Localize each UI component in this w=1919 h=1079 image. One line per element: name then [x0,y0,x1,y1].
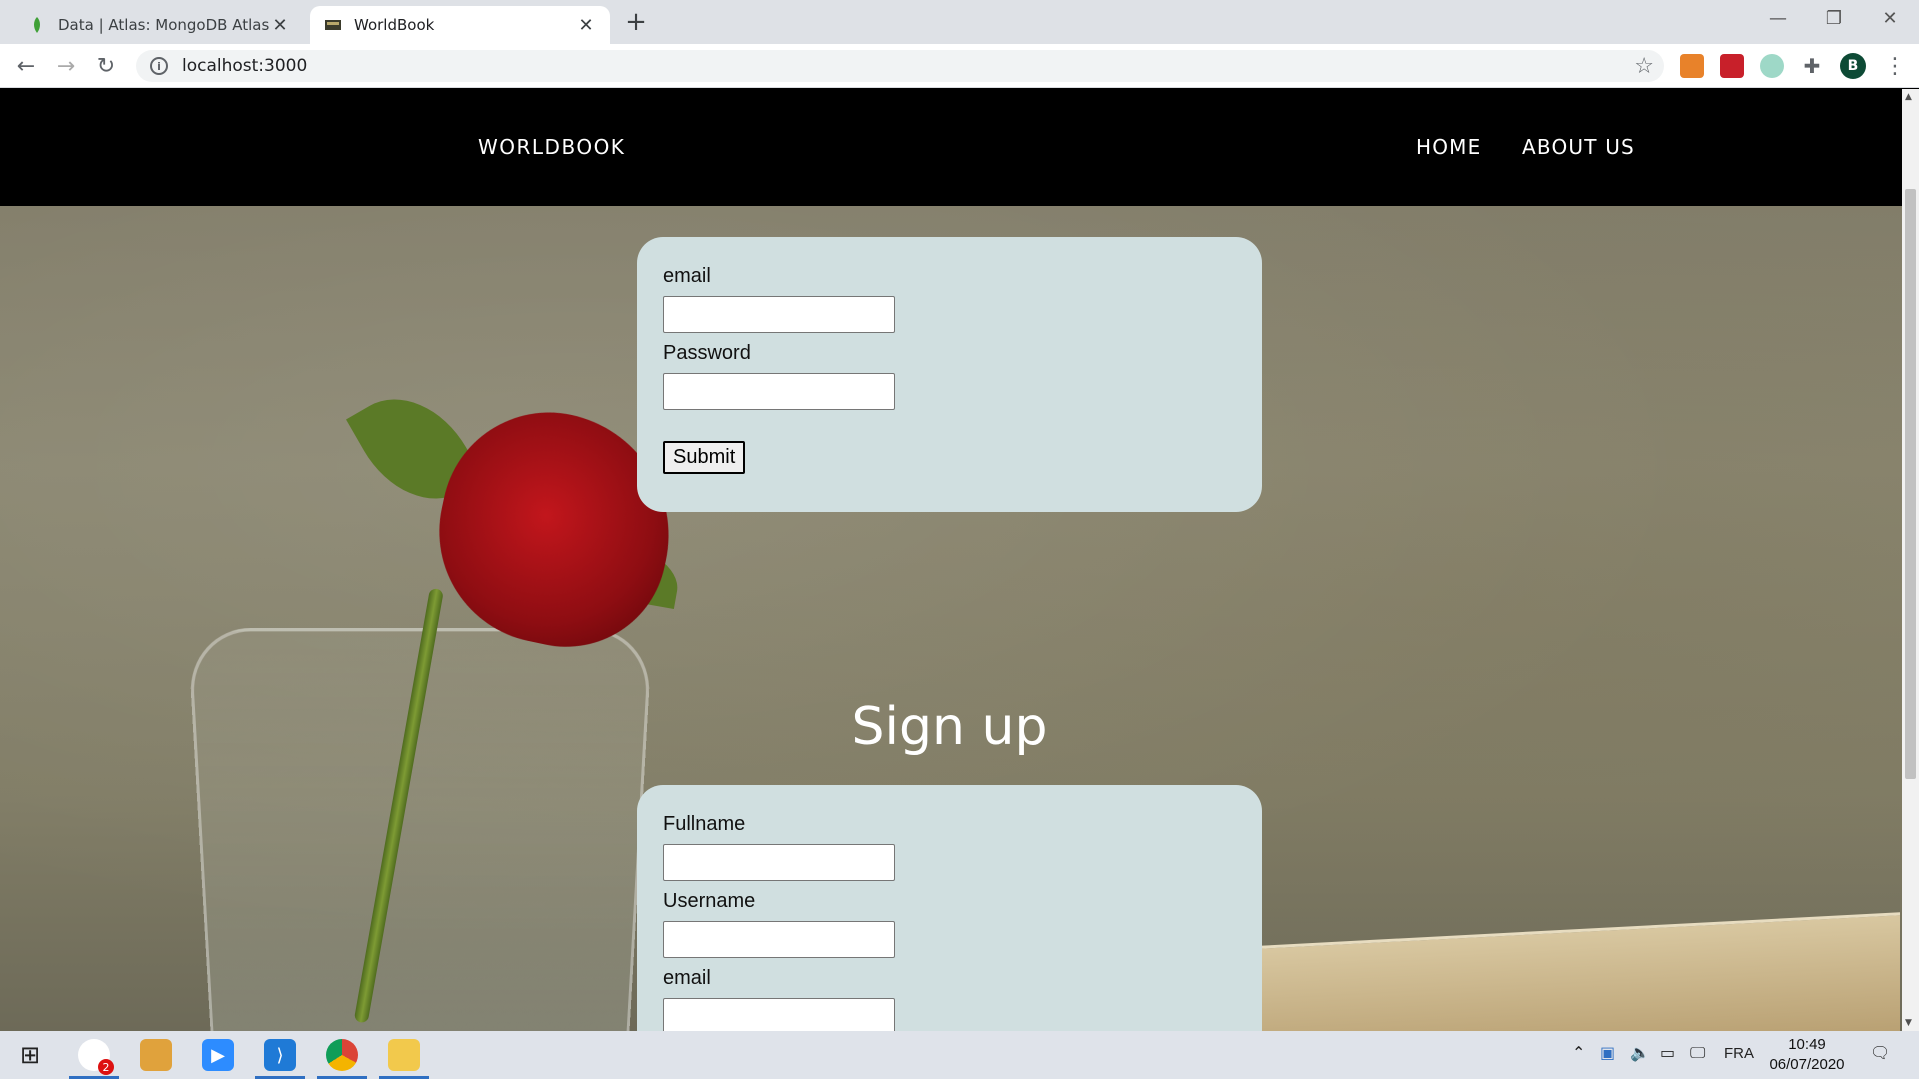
tab-title: WorldBook [354,16,435,34]
browser-menu-icon[interactable]: ⋮ [1884,54,1906,79]
back-icon[interactable]: ← [12,52,40,80]
slack-icon[interactable]: 2 [78,1039,114,1075]
tab-worldbook[interactable]: WorldBook ✕ [310,6,610,44]
signup-username-field[interactable] [663,921,895,958]
address-bar[interactable]: i localhost:3000 ☆ [136,50,1664,82]
page-scrollbar[interactable]: ▲ ▼ [1902,89,1919,1031]
email-label: email [663,265,711,287]
scroll-down-icon[interactable]: ▼ [1905,1018,1912,1028]
tab-strip: Data | Atlas: MongoDB Atlas ✕ WorldBook … [0,0,1919,44]
login-email-field[interactable] [663,296,895,333]
action-center-icon[interactable]: 🗨 [1870,1043,1890,1062]
login-password-field[interactable] [663,373,895,410]
notification-badge: 2 [98,1059,114,1075]
site-navbar: WORLDBOOK HOME ABOUT US [0,89,1902,206]
screen: Data | Atlas: MongoDB Atlas ✕ WorldBook … [0,0,1919,1079]
url-text: localhost:3000 [182,56,308,76]
close-tab-icon[interactable]: ✕ [576,15,596,36]
username-label: Username [663,890,756,912]
gitkraken-icon[interactable] [140,1039,172,1071]
extension-green-icon[interactable] [1760,54,1784,78]
nav-home-link[interactable]: HOME [1416,135,1481,159]
scroll-up-icon[interactable]: ▲ [1905,92,1912,102]
tray-app-icon[interactable]: ▣ [1600,1043,1615,1062]
page-viewport: WORLDBOOK HOME ABOUT US email Password S… [0,89,1919,1031]
tab-title: Data | Atlas: MongoDB Atlas [58,16,270,34]
book-icon [325,20,341,30]
close-tab-icon[interactable]: ✕ [270,15,290,36]
signup-fullname-field[interactable] [663,844,895,881]
clock-date: 06/07/2020 [1769,1056,1845,1073]
new-tab-button[interactable]: + [622,7,650,37]
close-window-icon[interactable]: ✕ [1862,0,1918,36]
signup-form: Fullname Username email [637,785,1262,1031]
battery-icon[interactable]: ▭ [1660,1043,1675,1062]
windows-taskbar: ⊞ 2 ▶ ⟩ ⌃ ▣ 🔈 ▭ 🖵 FRA 10:49 06/07/2020 🗨 [0,1031,1919,1079]
reload-icon[interactable]: ↻ [92,52,120,80]
zoom-icon[interactable]: ▶ [202,1039,234,1071]
signup-title: Sign up [851,697,1048,757]
bookmark-star-icon[interactable]: ☆ [1634,54,1654,79]
language-indicator[interactable]: FRA [1724,1045,1754,1062]
restore-icon[interactable]: ❐ [1806,0,1862,36]
password-label: Password [663,342,751,364]
vscode-icon[interactable]: ⟩ [264,1039,296,1071]
extensions-puzzle-icon[interactable]: ✚ [1800,54,1824,78]
login-form: email Password Submit [637,237,1262,512]
email-label: email [663,967,711,989]
nav-about-us-link[interactable]: ABOUT US [1522,135,1635,159]
site-info-icon[interactable]: i [150,57,168,75]
clock-time: 10:49 [1788,1036,1826,1053]
signup-email-field[interactable] [663,998,895,1031]
fullname-label: Fullname [663,813,746,835]
browser-toolbar: ← → ↻ i localhost:3000 ☆ ✚ B ⋮ [0,44,1919,88]
scrollbar-thumb[interactable] [1905,189,1916,779]
volume-icon[interactable]: 🔈 [1630,1043,1650,1062]
network-icon[interactable]: 🖵 [1690,1043,1705,1063]
tab-mongodb-atlas[interactable]: Data | Atlas: MongoDB Atlas ✕ [14,6,304,44]
windows-start-icon[interactable]: ⊞ [14,1039,46,1071]
profile-avatar[interactable]: B [1840,53,1866,79]
system-clock[interactable]: 10:49 06/07/2020 [1762,1035,1852,1075]
mongodb-leaf-icon [34,17,40,33]
show-hidden-icons-chevron-icon[interactable]: ⌃ [1572,1043,1585,1062]
chrome-icon[interactable] [326,1039,358,1071]
site-brand[interactable]: WORLDBOOK [478,135,625,159]
file-explorer-icon[interactable] [388,1039,420,1071]
minimize-icon[interactable]: — [1750,0,1806,36]
metamask-extension-icon[interactable] [1680,54,1704,78]
extension-red-icon[interactable] [1720,54,1744,78]
submit-button[interactable]: Submit [663,441,746,474]
forward-icon[interactable]: → [52,52,80,80]
